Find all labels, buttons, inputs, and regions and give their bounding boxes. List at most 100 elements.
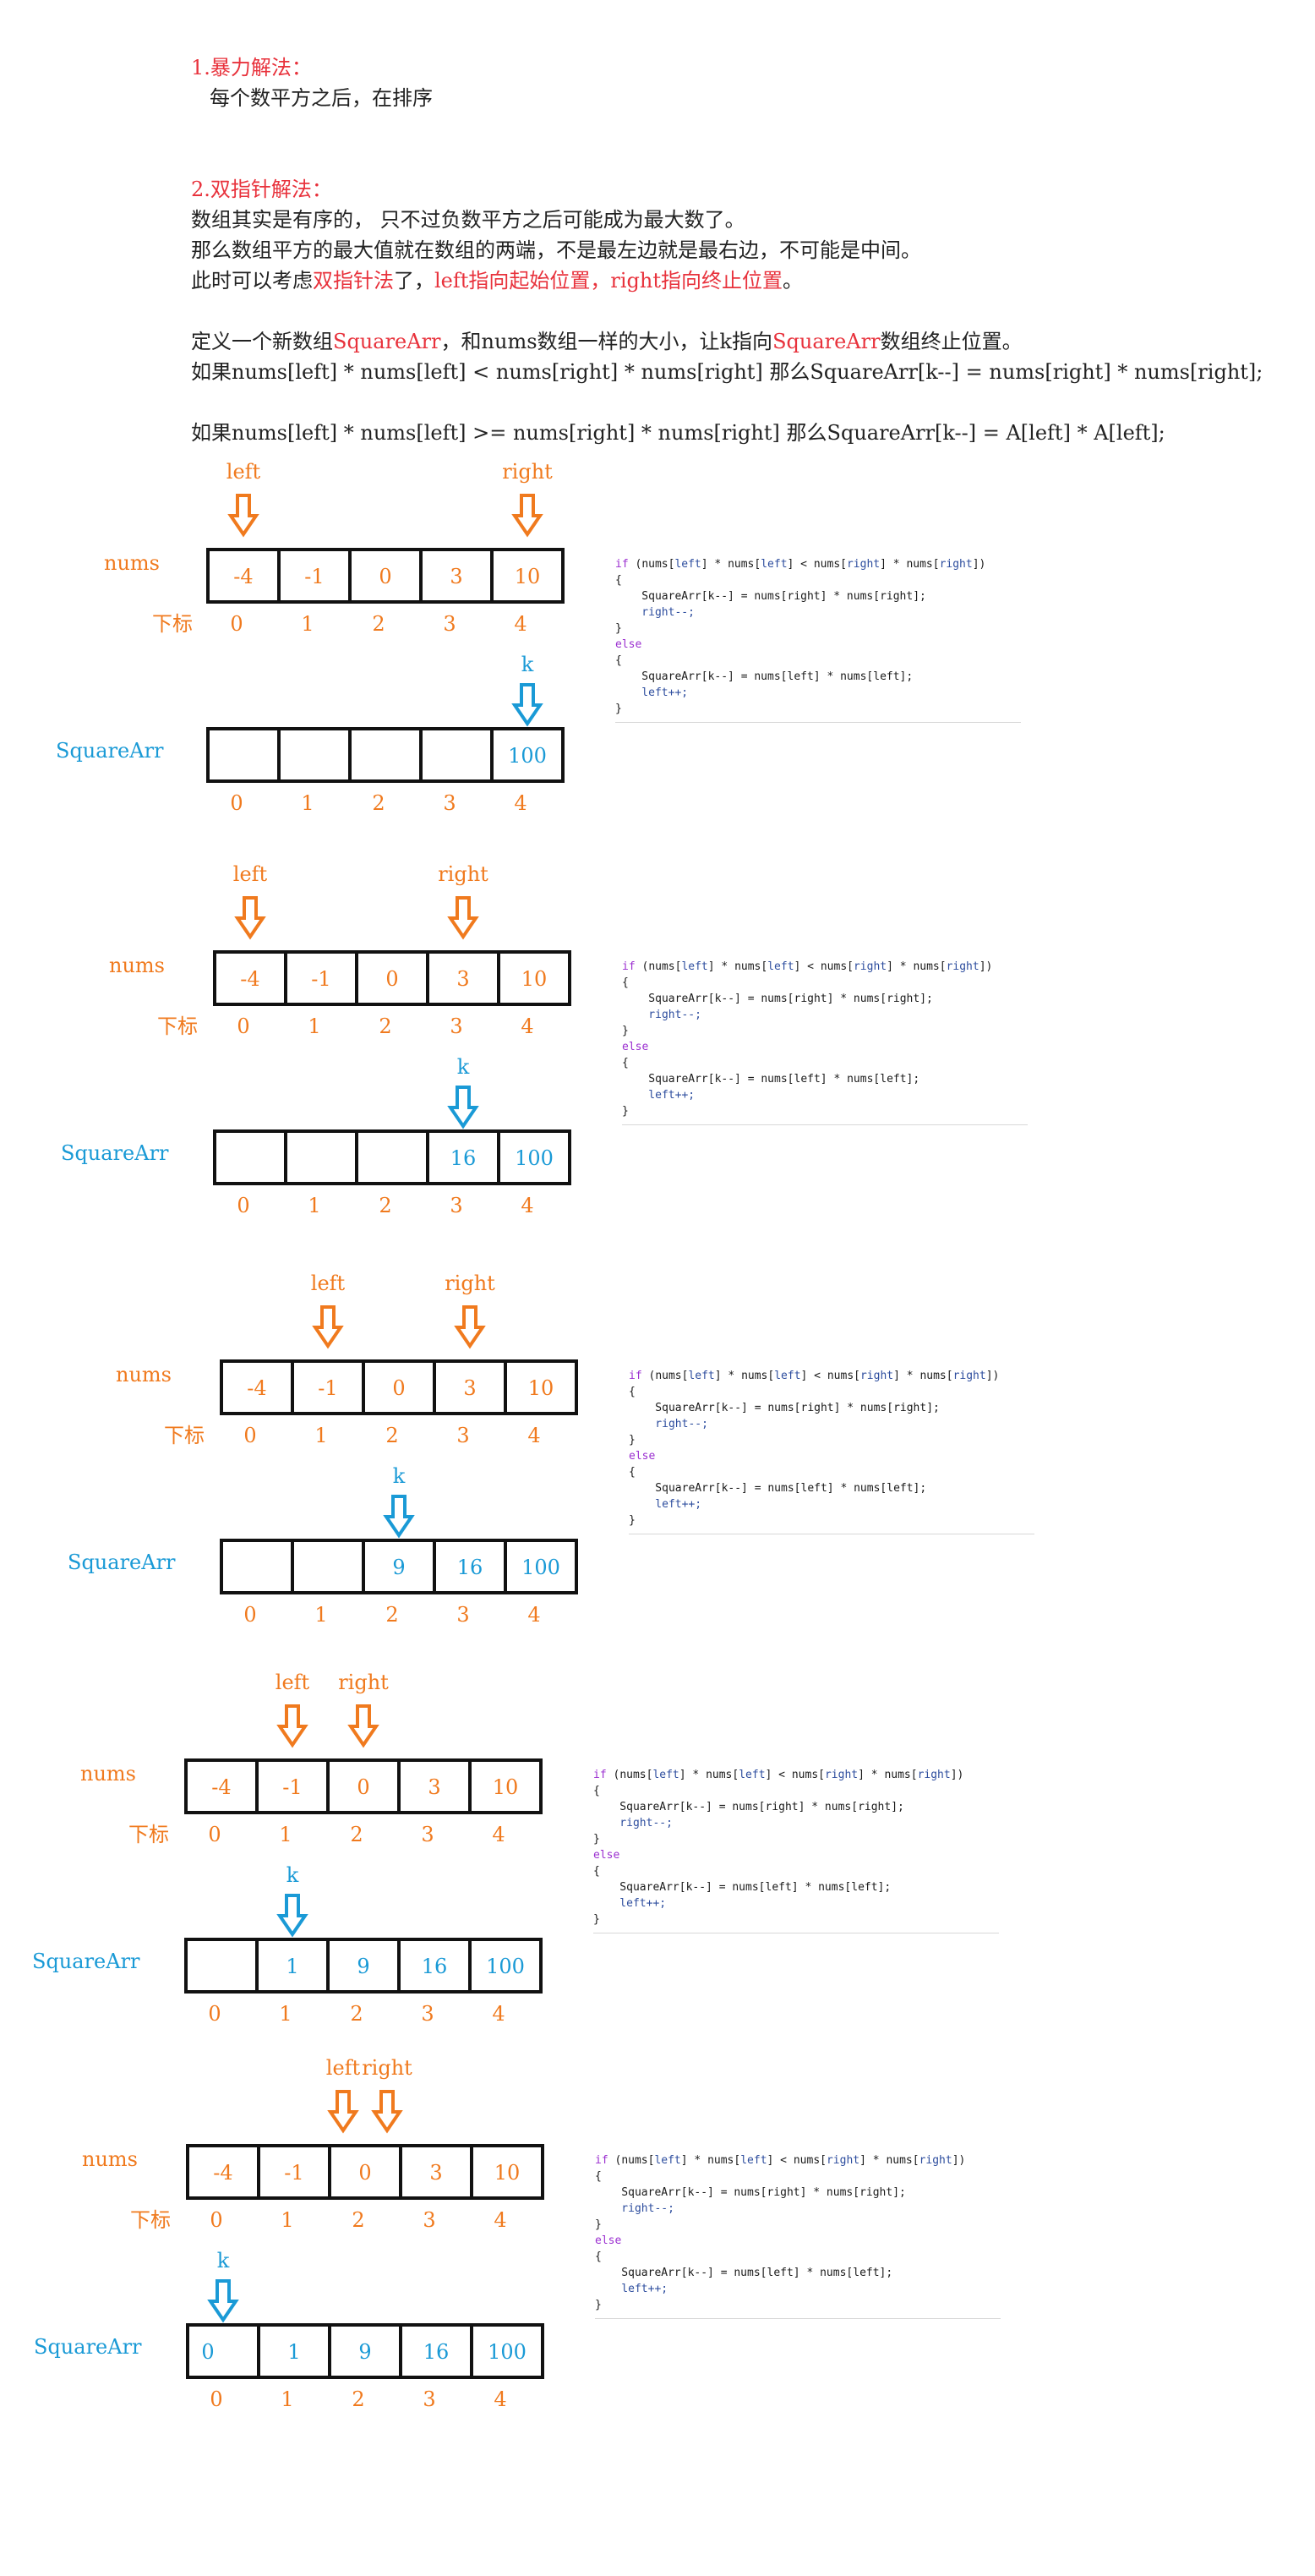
square-arr-label: SquareArr (61, 1141, 169, 1165)
nums-cell-value: -1 (318, 1376, 337, 1400)
step-diagram-1: left right nums -4 -1 0 3 10 下标 0 1 2 3 4 k SquareArr 10… (0, 446, 1315, 852)
square-arr-cell (291, 1539, 365, 1594)
code-line-else: else (615, 638, 642, 651)
section2-line2: 那么数组平方的最大值就在数组的两端，不是最左边就是最右边，不可能是中间。 (191, 238, 921, 262)
nums-cell-value: 10 (515, 565, 541, 588)
right-pointer-arrow-icon (347, 1704, 379, 1748)
nums-index: 1 (314, 1424, 327, 1447)
section2-line1: 数组其实是有序的， 只不过负数平方之后可能成为最大数了。 (191, 208, 745, 232)
code-line-if: if (nums[left] * nums[left] < nums[right… (622, 960, 993, 973)
square-arr-index: 0 (230, 791, 243, 815)
square-arr-cell (186, 2323, 260, 2379)
code-line-if: if (nums[left] * nums[left] < nums[right… (629, 1370, 1000, 1382)
k-pointer-arrow-icon (383, 1495, 415, 1539)
k-pointer-label: k (217, 2249, 230, 2272)
nums-cell-value: 10 (521, 967, 548, 991)
nums-index: 1 (279, 1823, 292, 1846)
nums-cell-value: 10 (494, 2161, 521, 2185)
square-arr-index: 2 (379, 1194, 391, 1217)
nums-cell-value: 0 (392, 1376, 405, 1400)
step-diagram-3: left right nums -4 -1 0 3 10 下标 0 1 2 3 4 k SquareArr 9 1… (0, 1255, 1315, 1660)
k-pointer-label: k (286, 1863, 299, 1887)
code-line-if: if (nums[left] * nums[left] < nums[right… (595, 2154, 966, 2167)
code-line-left-inc: left++; (593, 1897, 667, 1910)
code-line-close: } (593, 1833, 600, 1846)
right-pointer-label: right (338, 1671, 389, 1694)
section2-title: 2.双指针解法： (191, 178, 332, 201)
code-line-assign-right: SquareArr[k--] = nums[right] * nums[righ… (615, 590, 926, 603)
square-arr-cell-value: 16 (450, 1146, 477, 1170)
nums-cell-value: 10 (528, 1376, 554, 1400)
index-label: 下标 (157, 1015, 198, 1038)
nums-cell-value: 3 (456, 967, 469, 991)
code-line-left-inc: left++; (595, 2283, 668, 2295)
nums-label: nums (116, 1363, 172, 1386)
square-arr-index: 2 (372, 791, 385, 815)
nums-cell-value: 0 (385, 967, 398, 991)
square-arr-index: 4 (492, 2002, 505, 2026)
square-arr-cell (355, 1129, 429, 1185)
code-snippet: if (nums[left] * nums[left] < nums[right… (615, 556, 1021, 723)
right-pointer-arrow-icon (371, 2090, 403, 2134)
square-arr-index: 3 (443, 791, 456, 815)
k-pointer-arrow-icon (447, 1086, 479, 1129)
square-arr-cell-value: 9 (358, 2340, 371, 2364)
square-arr-index: 1 (279, 2002, 292, 2026)
section2-line5: 如果nums[left] * nums[left] < nums[right] … (191, 360, 1263, 384)
code-line-open: { (595, 2170, 602, 2183)
nums-cell-value: 3 (429, 2161, 442, 2185)
nums-index: 2 (385, 1424, 398, 1447)
right-pointer-arrow-icon (447, 896, 479, 940)
left-pointer-label: left (233, 862, 268, 886)
nums-index: 2 (350, 1823, 363, 1846)
right-pointer-label: right (362, 2056, 412, 2080)
square-arr-index: 2 (352, 2387, 364, 2411)
code-line-left-inc: left++; (622, 1089, 696, 1102)
k-pointer-arrow-icon (276, 1894, 308, 1938)
code-line-close: } (595, 2218, 602, 2231)
code-line-assign-right: SquareArr[k--] = nums[right] * nums[righ… (622, 993, 933, 1005)
square-arr-cell-value: 16 (423, 2340, 450, 2364)
code-line-assign-left: SquareArr[k--] = nums[left] * nums[left]… (622, 1073, 920, 1086)
left-pointer-arrow-icon (276, 1704, 308, 1748)
code-line-left-inc: left++; (629, 1498, 702, 1511)
nums-index: 4 (521, 1015, 533, 1038)
code-line-right-dec: right--; (622, 1009, 701, 1021)
intro-text: 1.暴力解法： 每个数平方之后，在排序 2.双指针解法： 数组其实是有序的， 只… (191, 52, 1307, 448)
k-pointer-label: k (521, 653, 534, 676)
square-arr-label: SquareArr (68, 1551, 176, 1574)
square-arr-index: 3 (456, 1603, 469, 1627)
code-line-close2: } (615, 703, 622, 715)
square-arr-index: 0 (243, 1603, 256, 1627)
left-pointer-arrow-icon (312, 1305, 344, 1349)
square-arr-cell (277, 727, 352, 783)
nums-index: 4 (527, 1424, 540, 1447)
square-arr-index: 4 (494, 2387, 506, 2411)
nums-cell-value: -1 (282, 1775, 302, 1799)
section2-line4: 定义一个新数组SquareArr，和nums数组一样的大小，让k指向Square… (191, 330, 1023, 353)
nums-cell-value: -1 (284, 2161, 303, 2185)
nums-index: 3 (456, 1424, 469, 1447)
code-line-assign-right: SquareArr[k--] = nums[right] * nums[righ… (593, 1801, 904, 1813)
code-line-close2: } (593, 1913, 600, 1926)
square-arr-index: 4 (527, 1603, 540, 1627)
right-pointer-arrow-icon (454, 1305, 486, 1349)
right-pointer-label: right (445, 1272, 495, 1295)
square-arr-index: 4 (521, 1194, 533, 1217)
square-arr-index: 0 (210, 2387, 222, 2411)
k-pointer-label: k (457, 1055, 470, 1079)
left-pointer-arrow-icon (327, 2090, 359, 2134)
code-line-open2: { (615, 654, 622, 667)
nums-index: 3 (443, 612, 456, 636)
code-line-assign-right: SquareArr[k--] = nums[right] * nums[righ… (595, 2186, 906, 2199)
code-line-open: { (615, 574, 622, 587)
code-line-assign-left: SquareArr[k--] = nums[left] * nums[left]… (595, 2267, 893, 2279)
step-diagram-4: left right nums -4 -1 0 3 10 下标 0 1 2 3 4 k SquareArr 1 9… (0, 1654, 1315, 2059)
square-arr-index: 1 (308, 1194, 320, 1217)
section2-line6: 如果nums[left] * nums[left] >= nums[right]… (191, 421, 1165, 445)
k-pointer-label: k (393, 1464, 406, 1488)
nums-label: nums (104, 551, 160, 575)
nums-cell-value: 0 (358, 2161, 371, 2185)
square-arr-cell (419, 727, 494, 783)
step-diagram-5: left right nums -4 -1 0 3 10 下标 0 1 2 3 4 k SquareArr 0 1… (0, 2041, 1315, 2447)
